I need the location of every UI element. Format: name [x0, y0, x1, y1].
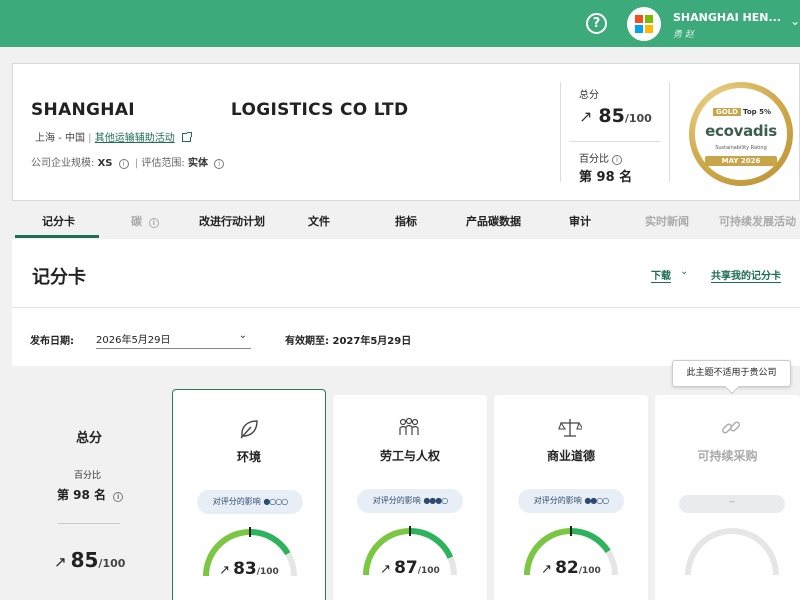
medal-level: GOLD Top 5%	[713, 108, 771, 116]
theme-card-sustainable-procurement[interactable]: 可持续采购 --	[655, 395, 800, 600]
theme-score: ↗ 82/100	[541, 558, 601, 578]
info-icon[interactable]: i	[214, 159, 225, 169]
overall-rank: 第 98 名 i	[57, 486, 126, 503]
location-row: 上海 - 中国 | 其他运输辅助活动	[35, 129, 192, 144]
impact-badge: 对评分的影响 ●●●○	[357, 489, 463, 513]
leaf-icon	[240, 420, 258, 439]
assessment-scope: 实体	[187, 158, 208, 169]
tab-carbon: 碳 i	[131, 213, 162, 229]
percentile-rank: 第 98 名	[579, 170, 633, 185]
download-button[interactable]: 下载	[651, 267, 671, 283]
activity-link[interactable]: 其他运输辅助活动	[95, 133, 175, 144]
impact-badge: --	[679, 495, 785, 513]
impact-dots: ●●●○	[423, 496, 448, 505]
divider	[669, 82, 670, 182]
link-icon	[722, 421, 740, 434]
tab-audit[interactable]: 审计	[569, 213, 591, 229]
arrow-up-right-icon: ↗	[541, 562, 553, 577]
info-icon: i	[148, 218, 159, 228]
tab-action-plan[interactable]: 改进行动计划	[199, 213, 265, 229]
user-subtitle: 勇 赵	[673, 30, 694, 40]
info-icon[interactable]: i	[118, 159, 129, 169]
publish-date-label: 发布日期:	[30, 336, 74, 347]
gauge-fill-high	[249, 529, 291, 556]
gauge-track	[685, 528, 779, 576]
company-name: SHANGHAI LOGISTICS CO LTD	[31, 100, 409, 120]
question-circle-icon[interactable]: ?	[586, 13, 607, 34]
total-score: ↗ 85/100	[579, 105, 652, 127]
tab-product-carbon[interactable]: 产品碳数据	[466, 213, 521, 229]
theme-score: ↗ 87/100	[380, 558, 440, 578]
ecovadis-medal: GOLD Top 5% ecovadis Sustainability Ratin…	[689, 82, 793, 186]
overall-percentile-label: 百分比	[74, 471, 102, 481]
chevron-down-icon[interactable]: ⌄	[790, 14, 800, 28]
info-icon[interactable]: i	[113, 492, 124, 502]
total-score-label: 总分	[579, 90, 599, 101]
tab-scorecard[interactable]: 记分卡	[42, 213, 75, 229]
medal-brand: ecovadis	[705, 122, 777, 140]
company-card: SHANGHAI LOGISTICS CO LTD 上海 - 中国 | 其他运输辅…	[12, 63, 800, 201]
page-title: 记分卡	[32, 267, 86, 288]
gauge-fill-high	[570, 528, 611, 554]
divider	[569, 141, 661, 142]
user-name[interactable]: SHANGHAI HEN...	[673, 11, 781, 24]
tab-sustainability-activities: 可持续发展活动	[719, 215, 796, 228]
theme-title: 劳工与人权	[379, 449, 440, 463]
impact-badge: 对评分的影响 ●●○○	[518, 489, 624, 513]
share-scorecard-link[interactable]: 共享我的记分卡	[711, 267, 781, 283]
company-size: XS	[97, 158, 113, 169]
overall-title: 总分	[76, 431, 103, 446]
external-link-icon[interactable]	[181, 132, 192, 142]
score-gauge	[685, 528, 779, 576]
medal-subtitle: Sustainability Rating	[715, 145, 767, 151]
info-icon[interactable]: i	[612, 155, 622, 165]
theme-title: 可持续采购	[697, 449, 758, 463]
active-tab-indicator	[15, 235, 99, 238]
theme-card-environment[interactable]: 环境 对评分的影响 ●○○○ ↗ 83/100	[172, 389, 326, 600]
not-applicable-tooltip: 此主题不适用于贵公司	[672, 360, 791, 387]
tab-bar: 记分卡 碳 i 改进行动计划 文件 指标 产品碳数据 审计 实时新闻 可持续发展…	[12, 205, 800, 239]
theme-card-labor-human-rights[interactable]: 劳工与人权 对评分的影响 ●●●○ ↗ 87/100	[333, 395, 487, 600]
arrow-up-right-icon: ↗	[380, 562, 392, 577]
impact-dots: ●●○○	[584, 496, 609, 505]
arrow-up-right-icon: ↗	[579, 107, 593, 126]
scales-icon	[558, 419, 582, 437]
company-location: 上海 - 中国	[35, 133, 85, 144]
theme-title: 商业道德	[546, 449, 595, 463]
microsoft-logo-icon	[635, 15, 653, 33]
impact-badge: 对评分的影响 ●○○○	[197, 490, 303, 514]
people-icon	[399, 417, 419, 435]
gauge-fill-high	[409, 528, 454, 559]
theme-title: 环境	[236, 450, 261, 464]
avatar[interactable]	[627, 7, 661, 41]
divider	[58, 523, 120, 524]
divider	[560, 82, 561, 182]
divider	[12, 307, 800, 308]
overall-score: ↗ 85/100	[54, 548, 126, 572]
chevron-down-icon[interactable]: ⌄	[680, 266, 688, 277]
top-bar: ? SHANGHAI HEN... 勇 赵 ⌄	[0, 0, 800, 47]
arrow-up-right-icon: ↗	[54, 553, 67, 571]
medal-date: MAY 2026	[705, 156, 777, 166]
tab-live-news: 实时新闻	[645, 215, 689, 228]
expiry-date: 有效期至: 2027年5月29日	[285, 336, 412, 347]
size-row: 公司企业规模: XS i | 评估范围: 实体 i	[31, 154, 227, 169]
percentile-label: 百分比 i	[579, 150, 625, 165]
tab-documents[interactable]: 文件	[308, 213, 330, 229]
theme-score: ↗ 83/100	[219, 559, 279, 579]
impact-dots: ●○○○	[263, 497, 288, 506]
tab-indicators[interactable]: 指标	[395, 213, 417, 229]
scorecard-panel: 记分卡 下载 ⌄ 共享我的记分卡 发布日期: 2026年5月29日 ⌄ 有效期至…	[12, 239, 800, 366]
publish-date-select[interactable]: 2026年5月29日 ⌄	[96, 328, 251, 349]
chevron-down-icon: ⌄	[238, 330, 247, 341]
arrow-up-right-icon: ↗	[219, 563, 231, 578]
theme-card-business-ethics[interactable]: 商业道德 对评分的影响 ●●○○ ↗ 82/100	[494, 395, 648, 600]
